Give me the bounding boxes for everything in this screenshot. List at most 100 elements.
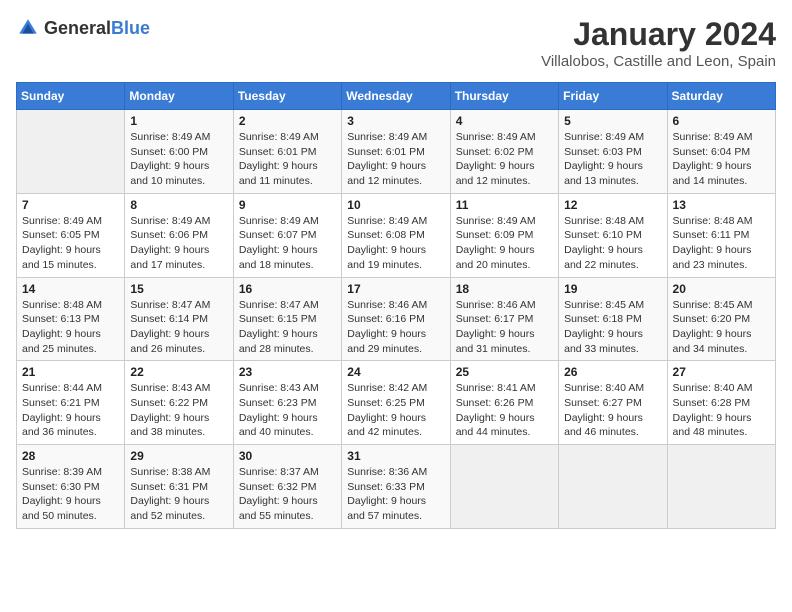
weekday-header-wednesday: Wednesday [342,83,450,110]
calendar-cell: 18 Sunrise: 8:46 AMSunset: 6:17 PMDayligh… [450,277,558,361]
calendar-cell: 16 Sunrise: 8:47 AMSunset: 6:15 PMDayligh… [233,277,341,361]
calendar-cell: 23Sunrise: 8:43 AMSunset: 6:23 PMDayligh… [233,361,341,445]
day-detail: Sunrise: 8:49 AMSunset: 6:00 PMDaylight:… [130,130,227,189]
title-area: January 2024 Villalobos, Castille and Le… [541,16,776,70]
weekday-header-sunday: Sunday [17,83,125,110]
calendar-cell: 9 Sunrise: 8:49 AMSunset: 6:07 PMDaylight… [233,193,341,277]
day-detail: Sunrise: 8:49 AMSunset: 6:09 PMDaylight:… [456,214,553,273]
day-number: 28 [22,449,119,463]
logo-blue: Blue [111,18,150,38]
logo-icon [16,16,40,40]
day-detail: Sunrise: 8:49 AMSunset: 6:04 PMDaylight:… [673,130,770,189]
calendar-cell: 10 Sunrise: 8:49 AMSunset: 6:08 PMDayligh… [342,193,450,277]
logo-general: General [44,18,111,38]
day-number: 29 [130,449,227,463]
logo-text: GeneralBlue [44,18,150,39]
calendar-cell: 28Sunrise: 8:39 AMSunset: 6:30 PMDayligh… [17,445,125,529]
day-number: 18 [456,282,553,296]
calendar-cell: 3 Sunrise: 8:49 AMSunset: 6:01 PMDaylight… [342,110,450,194]
calendar-table: SundayMondayTuesdayWednesdayThursdayFrid… [16,82,776,529]
day-detail: Sunrise: 8:42 AMSunset: 6:25 PMDaylight:… [347,381,444,440]
day-number: 15 [130,282,227,296]
day-number: 4 [456,114,553,128]
calendar-cell: 6 Sunrise: 8:49 AMSunset: 6:04 PMDaylight… [667,110,775,194]
weekday-header-tuesday: Tuesday [233,83,341,110]
calendar-cell: 20 Sunrise: 8:45 AMSunset: 6:20 PMDayligh… [667,277,775,361]
day-detail: Sunrise: 8:49 AMSunset: 6:02 PMDaylight:… [456,130,553,189]
day-number: 20 [673,282,770,296]
day-number: 16 [239,282,336,296]
day-number: 6 [673,114,770,128]
day-number: 19 [564,282,661,296]
day-detail: Sunrise: 8:49 AMSunset: 6:01 PMDaylight:… [239,130,336,189]
calendar-cell: 7 Sunrise: 8:49 AMSunset: 6:05 PMDaylight… [17,193,125,277]
calendar-cell [17,110,125,194]
calendar-cell: 4 Sunrise: 8:49 AMSunset: 6:02 PMDaylight… [450,110,558,194]
calendar-cell: 2 Sunrise: 8:49 AMSunset: 6:01 PMDaylight… [233,110,341,194]
day-number: 30 [239,449,336,463]
day-detail: Sunrise: 8:46 AMSunset: 6:16 PMDaylight:… [347,298,444,357]
weekday-header-row: SundayMondayTuesdayWednesdayThursdayFrid… [17,83,776,110]
day-detail: Sunrise: 8:36 AMSunset: 6:33 PMDaylight:… [347,465,444,524]
calendar-cell: 21Sunrise: 8:44 AMSunset: 6:21 PMDayligh… [17,361,125,445]
day-number: 25 [456,365,553,379]
calendar-week-row: 7 Sunrise: 8:49 AMSunset: 6:05 PMDaylight… [17,193,776,277]
day-detail: Sunrise: 8:47 AMSunset: 6:15 PMDaylight:… [239,298,336,357]
day-detail: Sunrise: 8:40 AMSunset: 6:27 PMDaylight:… [564,381,661,440]
calendar-week-row: 21Sunrise: 8:44 AMSunset: 6:21 PMDayligh… [17,361,776,445]
day-number: 14 [22,282,119,296]
calendar-cell: 5Sunrise: 8:49 AMSunset: 6:03 PMDaylight… [559,110,667,194]
day-number: 5 [564,114,661,128]
calendar-week-row: 28Sunrise: 8:39 AMSunset: 6:30 PMDayligh… [17,445,776,529]
calendar-cell: 1 Sunrise: 8:49 AMSunset: 6:00 PMDaylight… [125,110,233,194]
day-number: 24 [347,365,444,379]
day-detail: Sunrise: 8:48 AMSunset: 6:11 PMDaylight:… [673,214,770,273]
day-detail: Sunrise: 8:49 AMSunset: 6:06 PMDaylight:… [130,214,227,273]
day-number: 8 [130,198,227,212]
day-number: 1 [130,114,227,128]
day-detail: Sunrise: 8:43 AMSunset: 6:22 PMDaylight:… [130,381,227,440]
calendar-cell: 11Sunrise: 8:49 AMSunset: 6:09 PMDayligh… [450,193,558,277]
calendar-cell: 14 Sunrise: 8:48 AMSunset: 6:13 PMDayligh… [17,277,125,361]
day-number: 2 [239,114,336,128]
calendar-cell: 24 Sunrise: 8:42 AMSunset: 6:25 PMDayligh… [342,361,450,445]
calendar-cell: 17 Sunrise: 8:46 AMSunset: 6:16 PMDayligh… [342,277,450,361]
calendar-cell: 25 Sunrise: 8:41 AMSunset: 6:26 PMDayligh… [450,361,558,445]
day-detail: Sunrise: 8:48 AMSunset: 6:13 PMDaylight:… [22,298,119,357]
weekday-header-monday: Monday [125,83,233,110]
calendar-cell: 27 Sunrise: 8:40 AMSunset: 6:28 PMDayligh… [667,361,775,445]
weekday-header-saturday: Saturday [667,83,775,110]
calendar-cell: 12Sunrise: 8:48 AMSunset: 6:10 PMDayligh… [559,193,667,277]
day-detail: Sunrise: 8:40 AMSunset: 6:28 PMDaylight:… [673,381,770,440]
calendar-cell: 30Sunrise: 8:37 AMSunset: 6:32 PMDayligh… [233,445,341,529]
day-detail: Sunrise: 8:49 AMSunset: 6:07 PMDaylight:… [239,214,336,273]
day-detail: Sunrise: 8:44 AMSunset: 6:21 PMDaylight:… [22,381,119,440]
day-detail: Sunrise: 8:46 AMSunset: 6:17 PMDaylight:… [456,298,553,357]
calendar-cell [667,445,775,529]
day-number: 23 [239,365,336,379]
calendar-cell [559,445,667,529]
day-number: 27 [673,365,770,379]
calendar-cell: 31Sunrise: 8:36 AMSunset: 6:33 PMDayligh… [342,445,450,529]
day-number: 10 [347,198,444,212]
calendar-cell: 13Sunrise: 8:48 AMSunset: 6:11 PMDayligh… [667,193,775,277]
day-detail: Sunrise: 8:49 AMSunset: 6:08 PMDaylight:… [347,214,444,273]
calendar-cell: 22 Sunrise: 8:43 AMSunset: 6:22 PMDayligh… [125,361,233,445]
month-title: January 2024 [541,16,776,53]
calendar-cell [450,445,558,529]
day-number: 17 [347,282,444,296]
day-detail: Sunrise: 8:45 AMSunset: 6:18 PMDaylight:… [564,298,661,357]
day-detail: Sunrise: 8:41 AMSunset: 6:26 PMDaylight:… [456,381,553,440]
day-number: 3 [347,114,444,128]
calendar-cell: 19 Sunrise: 8:45 AMSunset: 6:18 PMDayligh… [559,277,667,361]
day-detail: Sunrise: 8:45 AMSunset: 6:20 PMDaylight:… [673,298,770,357]
day-number: 22 [130,365,227,379]
calendar-cell: 15Sunrise: 8:47 AMSunset: 6:14 PMDayligh… [125,277,233,361]
day-number: 7 [22,198,119,212]
day-number: 9 [239,198,336,212]
day-detail: Sunrise: 8:38 AMSunset: 6:31 PMDaylight:… [130,465,227,524]
page-header: GeneralBlue January 2024 Villalobos, Cas… [16,16,776,70]
day-detail: Sunrise: 8:49 AMSunset: 6:01 PMDaylight:… [347,130,444,189]
day-detail: Sunrise: 8:49 AMSunset: 6:05 PMDaylight:… [22,214,119,273]
logo: GeneralBlue [16,16,150,40]
